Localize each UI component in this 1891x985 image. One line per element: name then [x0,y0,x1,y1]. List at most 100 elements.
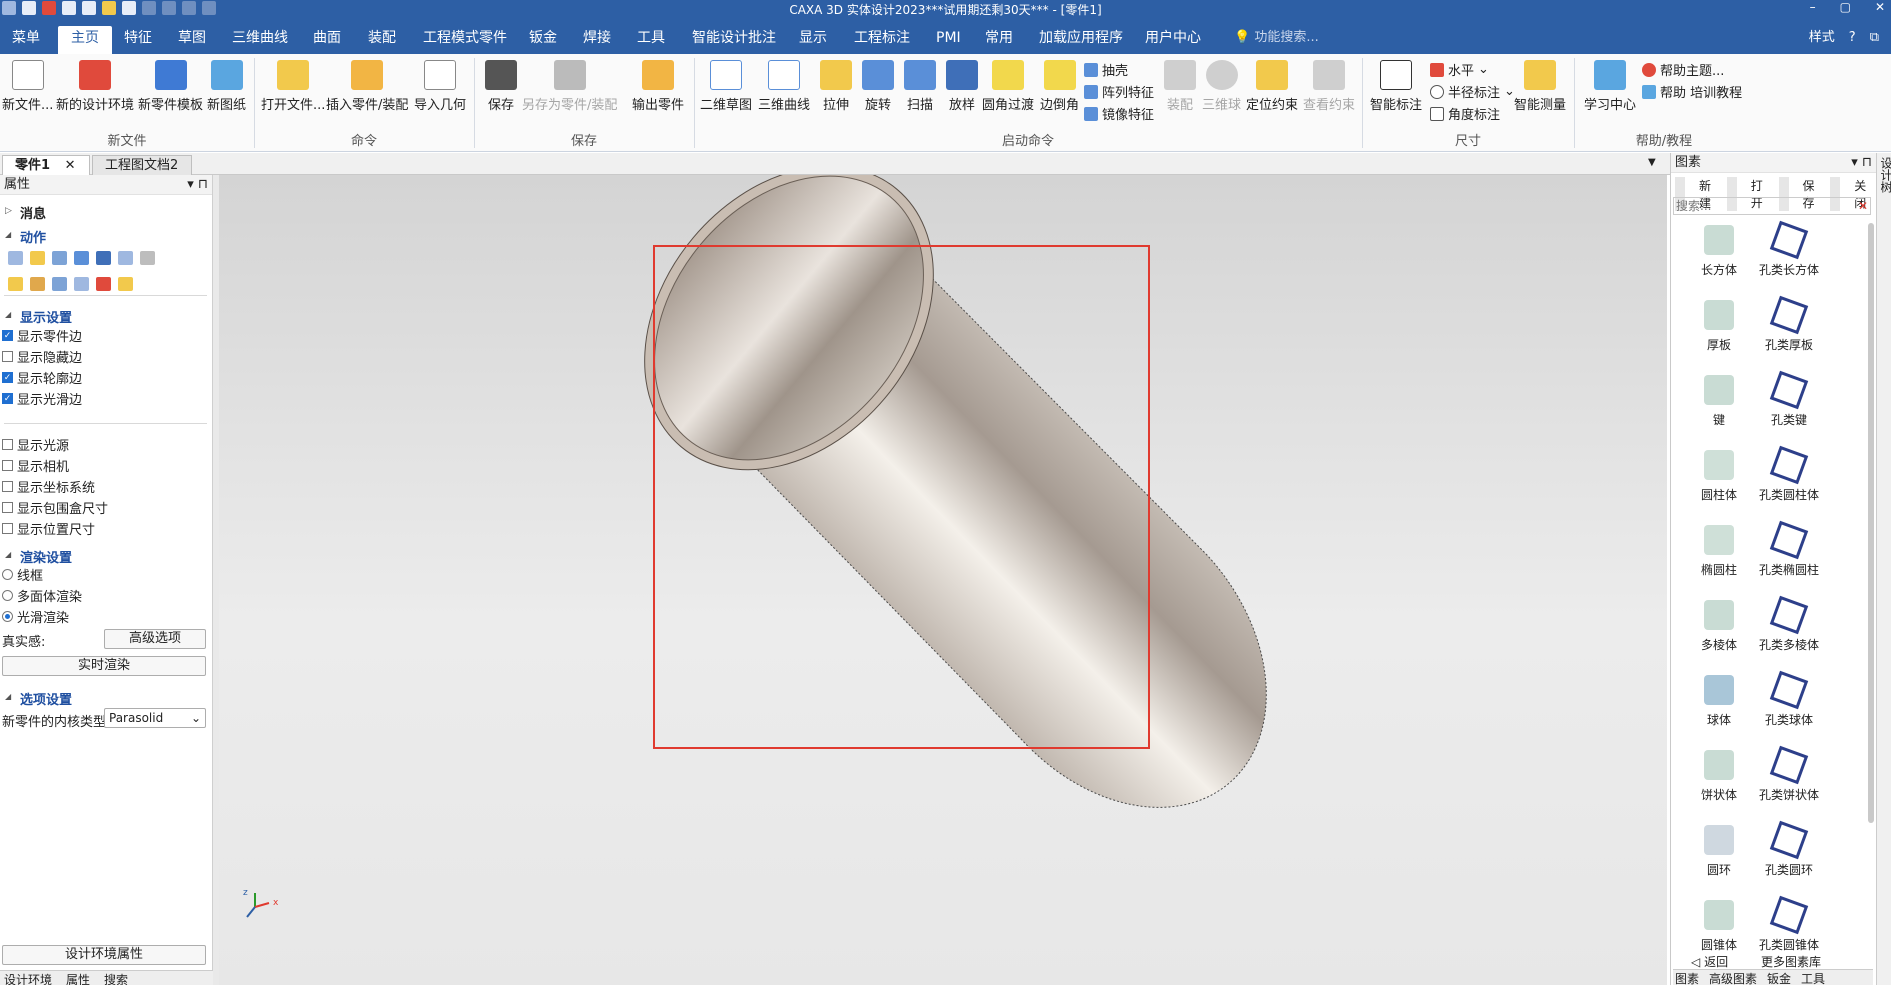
shape-icon[interactable] [74,251,89,265]
cube-icon[interactable] [30,251,45,265]
tab-engineering-dimension[interactable]: 工程标注 [844,26,920,54]
pattern-button[interactable]: 阵列特征 [1084,82,1154,101]
library-item-hole[interactable]: 孔类长方体 [1749,220,1829,278]
checkbox-show-smooth-edges[interactable]: ✓ 显示光滑边 [2,389,82,408]
tab-search[interactable]: 搜索 [104,971,128,985]
library-item-solid[interactable]: 键 [1679,375,1759,428]
fillet-button[interactable]: 圆角过渡 [982,60,1034,113]
list-icon[interactable] [8,251,23,265]
library-item-hole[interactable]: 孔类多棱体 [1749,595,1829,653]
scrollbar[interactable] [1868,223,1874,823]
library-item-solid[interactable]: 圆环 [1679,825,1759,878]
new-file-button[interactable]: 新文件... [2,60,53,113]
radio-wireframe[interactable]: 线框 [2,565,43,584]
design-tree-side-tab[interactable]: 设计树 [1876,153,1891,985]
tab-welding[interactable]: 焊接 [573,26,621,54]
paint-icon[interactable] [118,277,133,291]
radio-polyhedron-render[interactable]: 多面体渲染 [2,586,82,605]
checkbox-show-hidden-edges[interactable]: 显示隐藏边 [2,347,82,366]
open-file-button[interactable]: 打开文件... [261,60,325,113]
insert-part-button[interactable]: 插入零件/装配 [326,60,408,113]
3d-viewport[interactable]: z x [219,175,1667,985]
library-item-hole[interactable]: 孔类圆环 [1749,820,1829,878]
library-item-solid[interactable]: 球体 [1679,675,1759,728]
export-part-button[interactable]: 输出零件 [632,60,684,113]
library-item-hole[interactable]: 孔类厚板 [1749,295,1829,353]
section-option-settings[interactable]: 选项设置 [0,689,72,708]
tab-sketch[interactable]: 草图 [168,26,216,54]
library-item-hole[interactable]: 孔类椭圆柱 [1749,520,1829,578]
checkbox-show-coordinate-system[interactable]: 显示坐标系统 [2,477,95,496]
chamfer-button[interactable]: 边倒角 [1040,60,1079,113]
shell-button[interactable]: 抽壳 [1084,60,1128,79]
image-icon[interactable] [140,251,155,265]
import-geometry-button[interactable]: 导入几何 [414,60,466,113]
tab-sheet-metal-lib[interactable]: 钣金 [1767,970,1791,985]
grid-icon[interactable] [74,277,89,291]
library-item-solid[interactable]: 圆锥体 [1679,900,1759,953]
3d-ball-button[interactable]: 三维球 [1202,60,1241,113]
tab-display[interactable]: 显示 [789,26,837,54]
help-icon[interactable]: ? [1849,26,1856,50]
smart-dimension-button[interactable]: 智能标注 [1370,60,1422,113]
new-part-template-button[interactable]: 新零件模板 [138,60,203,113]
sweep-button[interactable]: 扫描 [904,60,936,113]
realtime-render-button[interactable]: 实时渲染 [2,656,206,676]
view-constraint-button[interactable]: 查看约束 [1303,60,1355,113]
tab-3d-curve[interactable]: 三维曲线 [222,26,298,54]
checkbox-show-camera[interactable]: 显示相机 [2,456,69,475]
restore-icon[interactable]: ⧉ [1870,26,1879,50]
library-item-solid[interactable]: 多棱体 [1679,600,1759,653]
library-item-hole[interactable]: 孔类球体 [1749,670,1829,728]
pin-icon[interactable]: ▾ ⊓ [1851,153,1872,172]
2d-sketch-button[interactable]: 二维草图 [700,60,752,113]
training-tutorial-button[interactable]: 帮助 培训教程 [1642,82,1742,101]
save-as-part-button[interactable]: 另存为零件/装配 [522,60,617,113]
library-item-hole[interactable]: 孔类圆柱体 [1749,445,1829,503]
radius-dimension-button[interactable]: 半径标注 ⌄ [1430,82,1515,101]
library-item-hole[interactable]: 孔类圆锥体 [1749,895,1829,953]
clear-icon[interactable]: ✕ [1858,198,1868,214]
close-icon[interactable]: ✕ [65,158,76,173]
tab-tools-lib[interactable]: 工具 [1801,970,1825,985]
tab-assembly[interactable]: 装配 [358,26,406,54]
back-button[interactable]: ◁ 返回 [1691,953,1728,970]
box-icon[interactable] [52,251,67,265]
section-display-settings[interactable]: 显示设置 [0,307,72,326]
pin-icon[interactable]: ▾ ⊓ [187,175,208,194]
angle-dimension-button[interactable]: 角度标注 [1430,104,1500,123]
tab-surface[interactable]: 曲面 [303,26,351,54]
library-item-solid[interactable]: 厚板 [1679,300,1759,353]
tab-load-apps[interactable]: 加载应用程序 [1029,26,1133,54]
tab-features[interactable]: 特征 [114,26,162,54]
new-drawing-button[interactable]: 新图纸 [207,60,246,113]
radio-smooth-render[interactable]: 光滑渲染 [2,607,69,626]
extrude-button[interactable]: 拉伸 [820,60,852,113]
shield-icon[interactable] [96,251,111,265]
checkbox-show-light[interactable]: 显示光源 [2,435,69,454]
section-actions[interactable]: 动作 [0,227,46,246]
tab-sheet-metal[interactable]: 钣金 [519,26,567,54]
tab-advanced-elements[interactable]: 高级图素 [1709,970,1757,985]
tab-tools[interactable]: 工具 [627,26,675,54]
advanced-options-button[interactable]: 高级选项 [104,629,206,649]
new-design-env-button[interactable]: 新的设计环境 [56,60,134,113]
assembly-button[interactable]: 装配 [1164,60,1196,113]
checkbox-show-position-dimension[interactable]: 显示位置尺寸 [2,519,95,538]
chevron-down-icon[interactable]: ▼ [1648,157,1656,168]
doc-tab-part1[interactable]: 零件1 ✕ [2,155,90,175]
learning-center-button[interactable]: 学习中心 [1584,60,1636,113]
tab-smart-annotation[interactable]: 智能设计批注 [682,26,786,54]
tab-home[interactable]: 主页 [58,26,112,54]
horizontal-dimension-button[interactable]: 水平 ⌄ [1430,60,1489,79]
tab-properties[interactable]: 属性 [66,971,90,985]
tab-design-env[interactable]: 设计环境 [4,971,52,985]
minimize-icon[interactable]: – [1810,0,1816,14]
loft-button[interactable]: 放样 [946,60,978,113]
library-item-solid[interactable]: 长方体 [1679,225,1759,278]
library-item-solid[interactable]: 圆柱体 [1679,450,1759,503]
3d-curve-button[interactable]: 三维曲线 [758,60,810,113]
edit-icon[interactable] [118,251,133,265]
checkbox-show-part-edges[interactable]: ✓ 显示零件边 [2,326,82,345]
library-item-hole[interactable]: 孔类饼状体 [1749,745,1829,803]
